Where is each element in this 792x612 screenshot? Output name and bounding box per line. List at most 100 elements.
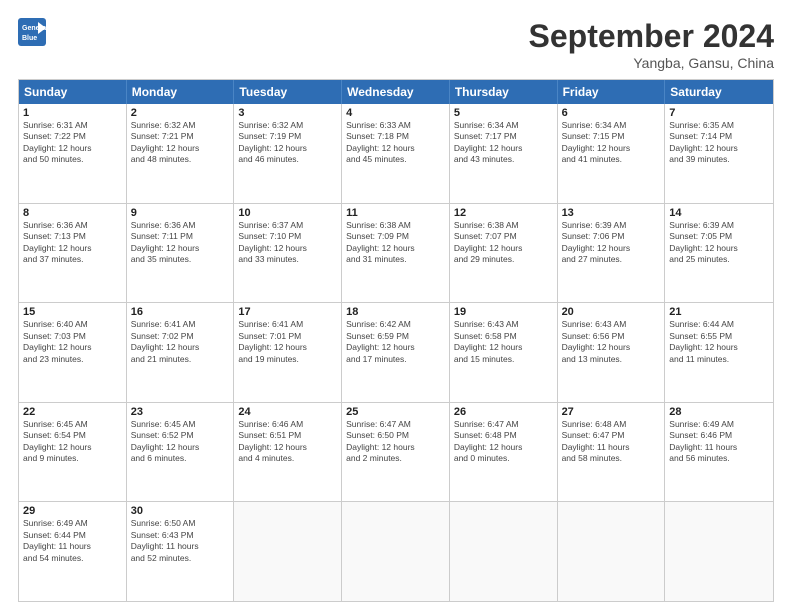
header: General Blue September 2024 Yangba, Gans… xyxy=(18,18,774,71)
day-number: 21 xyxy=(669,306,769,318)
calendar-cell: 25 Sunrise: 6:47 AMSunset: 6:50 PMDaylig… xyxy=(342,403,450,502)
calendar-body: 1 Sunrise: 6:31 AMSunset: 7:22 PMDayligh… xyxy=(19,104,773,601)
day-number: 17 xyxy=(238,306,337,318)
day-info: Sunrise: 6:38 AMSunset: 7:09 PMDaylight:… xyxy=(346,220,445,266)
calendar-cell: 12 Sunrise: 6:38 AMSunset: 7:07 PMDaylig… xyxy=(450,204,558,303)
day-info: Sunrise: 6:45 AMSunset: 6:54 PMDaylight:… xyxy=(23,419,122,465)
day-info: Sunrise: 6:47 AMSunset: 6:48 PMDaylight:… xyxy=(454,419,553,465)
calendar-cell: 1 Sunrise: 6:31 AMSunset: 7:22 PMDayligh… xyxy=(19,104,127,203)
day-info: Sunrise: 6:41 AMSunset: 7:02 PMDaylight:… xyxy=(131,319,230,365)
day-info: Sunrise: 6:45 AMSunset: 6:52 PMDaylight:… xyxy=(131,419,230,465)
day-number: 29 xyxy=(23,505,122,517)
day-info: Sunrise: 6:47 AMSunset: 6:50 PMDaylight:… xyxy=(346,419,445,465)
calendar-cell: 5 Sunrise: 6:34 AMSunset: 7:17 PMDayligh… xyxy=(450,104,558,203)
calendar-cell: 14 Sunrise: 6:39 AMSunset: 7:05 PMDaylig… xyxy=(665,204,773,303)
calendar-cell: 18 Sunrise: 6:42 AMSunset: 6:59 PMDaylig… xyxy=(342,303,450,402)
header-thursday: Thursday xyxy=(450,80,558,104)
header-wednesday: Wednesday xyxy=(342,80,450,104)
calendar-cell: 6 Sunrise: 6:34 AMSunset: 7:15 PMDayligh… xyxy=(558,104,666,203)
month-title: September 2024 xyxy=(529,18,774,55)
day-info: Sunrise: 6:49 AMSunset: 6:46 PMDaylight:… xyxy=(669,419,769,465)
logo: General Blue xyxy=(18,18,48,46)
day-info: Sunrise: 6:46 AMSunset: 6:51 PMDaylight:… xyxy=(238,419,337,465)
day-number: 26 xyxy=(454,406,553,418)
calendar-cell: 16 Sunrise: 6:41 AMSunset: 7:02 PMDaylig… xyxy=(127,303,235,402)
calendar-cell: 13 Sunrise: 6:39 AMSunset: 7:06 PMDaylig… xyxy=(558,204,666,303)
day-number: 28 xyxy=(669,406,769,418)
calendar-cell xyxy=(234,502,342,601)
calendar-row-3: 15 Sunrise: 6:40 AMSunset: 7:03 PMDaylig… xyxy=(19,302,773,402)
calendar-cell: 17 Sunrise: 6:41 AMSunset: 7:01 PMDaylig… xyxy=(234,303,342,402)
day-number: 2 xyxy=(131,107,230,119)
day-number: 24 xyxy=(238,406,337,418)
day-info: Sunrise: 6:32 AMSunset: 7:21 PMDaylight:… xyxy=(131,120,230,166)
day-info: Sunrise: 6:43 AMSunset: 6:58 PMDaylight:… xyxy=(454,319,553,365)
day-number: 16 xyxy=(131,306,230,318)
calendar-cell xyxy=(450,502,558,601)
day-info: Sunrise: 6:38 AMSunset: 7:07 PMDaylight:… xyxy=(454,220,553,266)
logo-icon: General Blue xyxy=(18,18,48,46)
day-number: 15 xyxy=(23,306,122,318)
calendar: Sunday Monday Tuesday Wednesday Thursday… xyxy=(18,79,774,602)
calendar-cell: 2 Sunrise: 6:32 AMSunset: 7:21 PMDayligh… xyxy=(127,104,235,203)
day-number: 23 xyxy=(131,406,230,418)
svg-text:General: General xyxy=(22,25,48,32)
day-info: Sunrise: 6:50 AMSunset: 6:43 PMDaylight:… xyxy=(131,518,230,564)
header-sunday: Sunday xyxy=(19,80,127,104)
header-friday: Friday xyxy=(558,80,666,104)
day-number: 11 xyxy=(346,207,445,219)
day-number: 20 xyxy=(562,306,661,318)
day-info: Sunrise: 6:36 AMSunset: 7:13 PMDaylight:… xyxy=(23,220,122,266)
day-number: 3 xyxy=(238,107,337,119)
svg-text:Blue: Blue xyxy=(22,35,37,42)
day-info: Sunrise: 6:41 AMSunset: 7:01 PMDaylight:… xyxy=(238,319,337,365)
calendar-cell: 22 Sunrise: 6:45 AMSunset: 6:54 PMDaylig… xyxy=(19,403,127,502)
day-info: Sunrise: 6:37 AMSunset: 7:10 PMDaylight:… xyxy=(238,220,337,266)
day-info: Sunrise: 6:39 AMSunset: 7:06 PMDaylight:… xyxy=(562,220,661,266)
day-number: 22 xyxy=(23,406,122,418)
day-number: 8 xyxy=(23,207,122,219)
calendar-cell: 23 Sunrise: 6:45 AMSunset: 6:52 PMDaylig… xyxy=(127,403,235,502)
calendar-cell: 8 Sunrise: 6:36 AMSunset: 7:13 PMDayligh… xyxy=(19,204,127,303)
day-info: Sunrise: 6:32 AMSunset: 7:19 PMDaylight:… xyxy=(238,120,337,166)
calendar-cell: 3 Sunrise: 6:32 AMSunset: 7:19 PMDayligh… xyxy=(234,104,342,203)
day-info: Sunrise: 6:43 AMSunset: 6:56 PMDaylight:… xyxy=(562,319,661,365)
day-info: Sunrise: 6:42 AMSunset: 6:59 PMDaylight:… xyxy=(346,319,445,365)
calendar-cell: 28 Sunrise: 6:49 AMSunset: 6:46 PMDaylig… xyxy=(665,403,773,502)
title-block: September 2024 Yangba, Gansu, China xyxy=(529,18,774,71)
day-number: 18 xyxy=(346,306,445,318)
header-monday: Monday xyxy=(127,80,235,104)
day-number: 4 xyxy=(346,107,445,119)
day-info: Sunrise: 6:48 AMSunset: 6:47 PMDaylight:… xyxy=(562,419,661,465)
calendar-cell: 4 Sunrise: 6:33 AMSunset: 7:18 PMDayligh… xyxy=(342,104,450,203)
day-info: Sunrise: 6:34 AMSunset: 7:15 PMDaylight:… xyxy=(562,120,661,166)
day-number: 9 xyxy=(131,207,230,219)
day-number: 27 xyxy=(562,406,661,418)
header-saturday: Saturday xyxy=(665,80,773,104)
calendar-cell xyxy=(342,502,450,601)
calendar-cell: 21 Sunrise: 6:44 AMSunset: 6:55 PMDaylig… xyxy=(665,303,773,402)
day-info: Sunrise: 6:36 AMSunset: 7:11 PMDaylight:… xyxy=(131,220,230,266)
calendar-cell: 26 Sunrise: 6:47 AMSunset: 6:48 PMDaylig… xyxy=(450,403,558,502)
calendar-cell: 30 Sunrise: 6:50 AMSunset: 6:43 PMDaylig… xyxy=(127,502,235,601)
day-number: 14 xyxy=(669,207,769,219)
calendar-cell: 19 Sunrise: 6:43 AMSunset: 6:58 PMDaylig… xyxy=(450,303,558,402)
day-number: 7 xyxy=(669,107,769,119)
day-info: Sunrise: 6:35 AMSunset: 7:14 PMDaylight:… xyxy=(669,120,769,166)
day-number: 19 xyxy=(454,306,553,318)
calendar-cell: 24 Sunrise: 6:46 AMSunset: 6:51 PMDaylig… xyxy=(234,403,342,502)
calendar-cell xyxy=(665,502,773,601)
calendar-cell: 7 Sunrise: 6:35 AMSunset: 7:14 PMDayligh… xyxy=(665,104,773,203)
day-number: 1 xyxy=(23,107,122,119)
calendar-cell: 27 Sunrise: 6:48 AMSunset: 6:47 PMDaylig… xyxy=(558,403,666,502)
calendar-cell: 20 Sunrise: 6:43 AMSunset: 6:56 PMDaylig… xyxy=(558,303,666,402)
day-info: Sunrise: 6:34 AMSunset: 7:17 PMDaylight:… xyxy=(454,120,553,166)
day-number: 6 xyxy=(562,107,661,119)
calendar-cell: 15 Sunrise: 6:40 AMSunset: 7:03 PMDaylig… xyxy=(19,303,127,402)
day-info: Sunrise: 6:49 AMSunset: 6:44 PMDaylight:… xyxy=(23,518,122,564)
day-number: 10 xyxy=(238,207,337,219)
calendar-cell: 10 Sunrise: 6:37 AMSunset: 7:10 PMDaylig… xyxy=(234,204,342,303)
day-number: 30 xyxy=(131,505,230,517)
header-tuesday: Tuesday xyxy=(234,80,342,104)
calendar-cell: 9 Sunrise: 6:36 AMSunset: 7:11 PMDayligh… xyxy=(127,204,235,303)
